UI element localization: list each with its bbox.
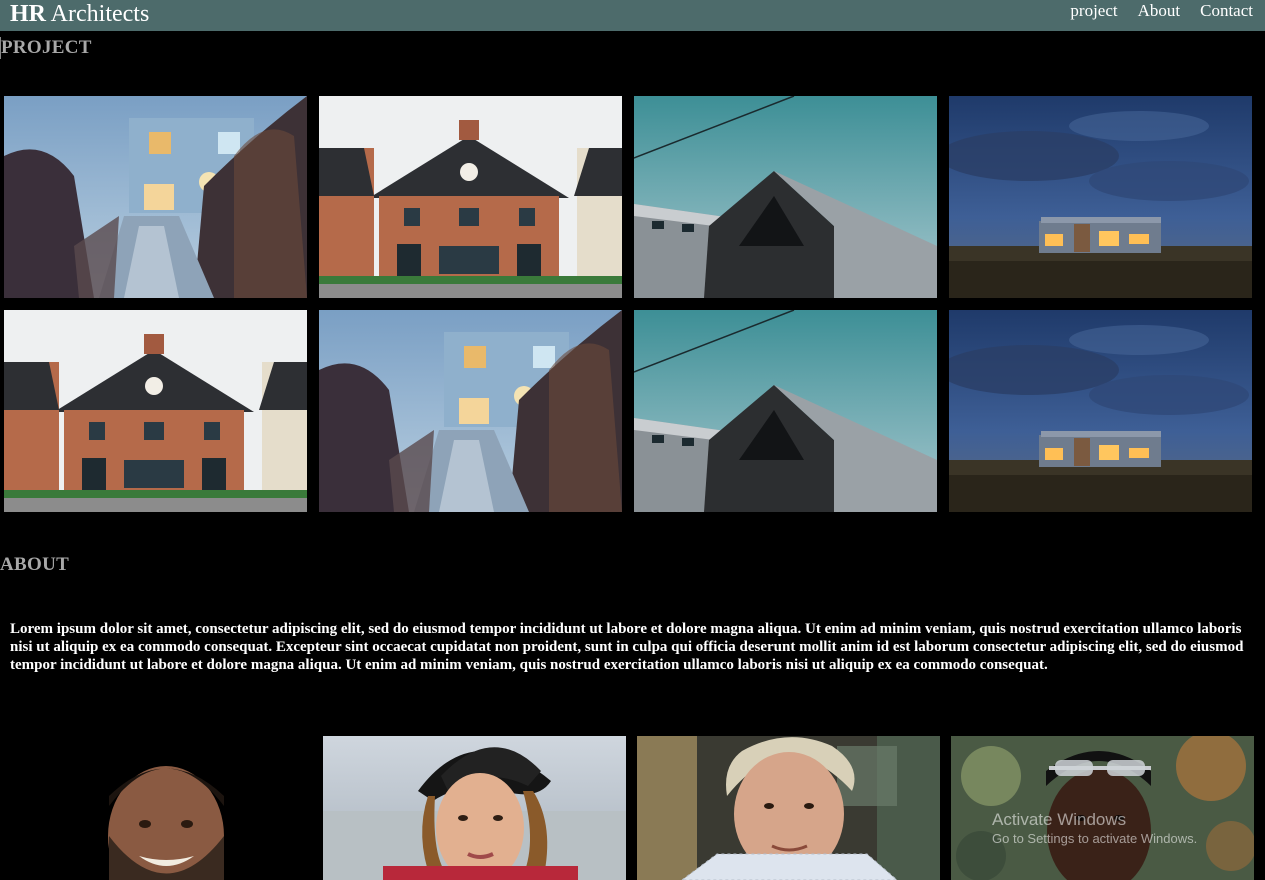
nav-link-project[interactable]: project bbox=[1070, 0, 1117, 31]
project-image[interactable] bbox=[949, 310, 1252, 512]
nav-link-about[interactable]: About bbox=[1138, 0, 1181, 31]
about-text: Lorem ipsum dolor sit amet, consectetur … bbox=[10, 621, 1244, 673]
house-photo-night-house bbox=[949, 96, 1252, 298]
about-section-title: ABOUT bbox=[0, 554, 70, 575]
house-photo-dark-gable-house bbox=[634, 310, 937, 512]
team-member-photo[interactable] bbox=[9, 736, 312, 880]
project-image[interactable] bbox=[319, 310, 622, 512]
house-photo-night-house bbox=[949, 310, 1252, 512]
house-photo-boardwalk-house bbox=[4, 96, 307, 298]
team-gallery bbox=[9, 736, 1254, 880]
nav-links: project About Contact bbox=[1070, 0, 1253, 31]
portrait-bearded-man bbox=[9, 736, 312, 880]
house-photo-brick-house bbox=[4, 310, 307, 512]
project-image[interactable] bbox=[319, 96, 622, 298]
brand-rest: Architects bbox=[46, 1, 150, 27]
portrait-older-man bbox=[637, 736, 940, 880]
nav-link-contact[interactable]: Contact bbox=[1200, 0, 1253, 31]
portrait-woman-hat bbox=[323, 736, 626, 880]
brand-bold: HR bbox=[10, 1, 46, 27]
brand-logo[interactable]: HR Architects bbox=[10, 0, 149, 31]
project-image[interactable] bbox=[634, 96, 937, 298]
portrait-man-sunglasses bbox=[951, 736, 1254, 880]
project-image[interactable] bbox=[4, 96, 307, 298]
house-photo-brick-house bbox=[319, 96, 622, 298]
project-image[interactable] bbox=[4, 310, 307, 512]
house-photo-boardwalk-house bbox=[319, 310, 622, 512]
navbar: HR Architects project About Contact bbox=[0, 0, 1265, 31]
project-image[interactable] bbox=[949, 96, 1252, 298]
team-member-photo[interactable] bbox=[323, 736, 626, 880]
house-photo-dark-gable-house bbox=[634, 96, 937, 298]
project-image[interactable] bbox=[634, 310, 937, 512]
team-member-photo[interactable] bbox=[637, 736, 940, 880]
project-section-title: PROJECT bbox=[0, 37, 92, 59]
project-gallery bbox=[4, 96, 1252, 512]
team-member-photo[interactable] bbox=[951, 736, 1254, 880]
